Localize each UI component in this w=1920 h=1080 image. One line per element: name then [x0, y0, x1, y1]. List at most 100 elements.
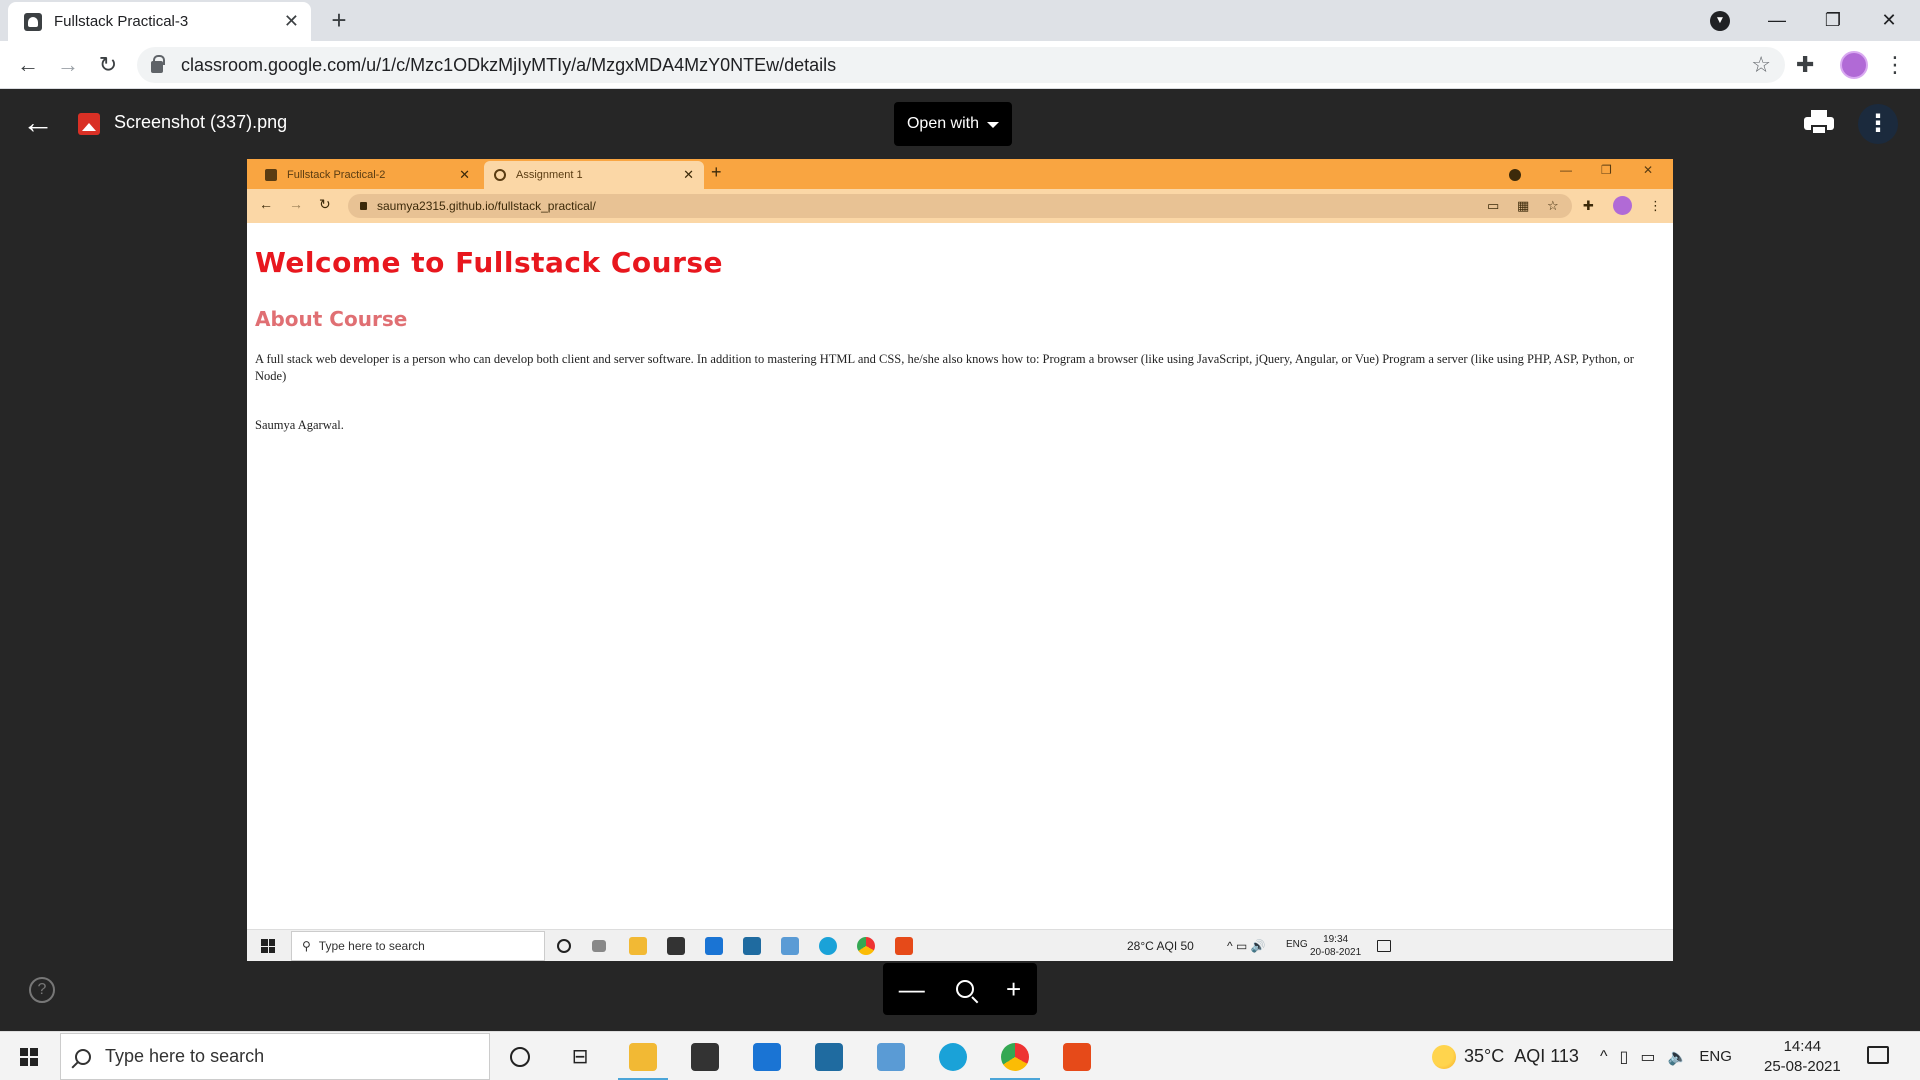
address-bar[interactable]: classroom.google.com/u/1/c/Mzc1ODkzMjIyM…: [137, 47, 1785, 83]
zoom-controls: — +: [883, 963, 1037, 1015]
tab-search-icon[interactable]: ▼: [1710, 11, 1730, 31]
folder-icon: [629, 1042, 657, 1071]
inner-address-url: saumya2315.github.io/fullstack_practical…: [377, 199, 596, 213]
search-placeholder: Type here to search: [105, 1046, 265, 1066]
store-icon: [667, 937, 685, 955]
screenshot-image: Fullstack Practical-2 ✕ Assignment 1 ✕ +…: [247, 159, 1673, 961]
restore-icon: ❐: [1601, 163, 1612, 177]
inner-taskbar: ⚲ Type here to search 28°C AQI 50 ^ ▭ 🔊 …: [247, 929, 1673, 961]
reload-icon[interactable]: ↻: [92, 49, 124, 81]
windows-start-button[interactable]: [20, 1048, 38, 1066]
viewer-more-icon[interactable]: ⋮: [1858, 104, 1898, 144]
store-icon: [691, 1042, 719, 1071]
close-tab-icon: ✕: [683, 167, 694, 182]
chrome-icon: [1001, 1042, 1029, 1071]
close-tab-icon: ✕: [459, 167, 470, 182]
browser-menu-icon[interactable]: ⋮: [1884, 51, 1906, 79]
task-view-icon: ⊟: [571, 1046, 589, 1068]
office-icon: [1063, 1042, 1091, 1071]
app-icon: [781, 937, 799, 955]
chrome-icon: [857, 937, 875, 955]
system-tray: ^ ▯ ▭ 🔈 ENG: [1600, 1032, 1732, 1080]
inner-tab-title: Fullstack Practical-2: [287, 169, 386, 181]
zoom-icon[interactable]: [956, 980, 975, 998]
taskbar-search-box[interactable]: Type here to search: [60, 1033, 490, 1080]
task-view-button[interactable]: ⊟: [555, 1032, 605, 1080]
inner-tab-strip: Fullstack Practical-2 ✕ Assignment 1 ✕ +…: [247, 159, 1673, 189]
weather-sun-icon: [1432, 1044, 1456, 1069]
weather-widget[interactable]: 35°C AQI 113: [1432, 1032, 1579, 1080]
help-icon[interactable]: ?: [29, 977, 55, 1003]
browser-tab-title: Fullstack Practical-3: [54, 13, 189, 30]
minimize-button[interactable]: —: [1754, 4, 1800, 36]
course-description: A full stack web developer is a person w…: [255, 352, 1634, 383]
app-icon: [877, 1042, 905, 1071]
page-heading: Welcome to Fullstack Course: [255, 246, 724, 279]
cortana-icon: [557, 939, 571, 953]
minimize-icon: —: [1560, 163, 1572, 177]
inner-search-box: ⚲ Type here to search: [291, 931, 545, 961]
weather-aqi: AQI 113: [1514, 1046, 1579, 1066]
battery-icon[interactable]: ▭: [1640, 1047, 1655, 1067]
app-button[interactable]: [866, 1032, 916, 1080]
close-window-button[interactable]: ✕: [1866, 4, 1912, 36]
clock-date: 25-08-2021: [1764, 1058, 1841, 1075]
classroom-favicon-icon: [265, 169, 277, 181]
extensions-puzzle-icon[interactable]: ✚: [1796, 52, 1814, 78]
back-icon[interactable]: ←: [12, 49, 44, 81]
bookmark-star-icon[interactable]: ☆: [1751, 52, 1771, 78]
lang-indicator: ENG: [1286, 939, 1308, 950]
close-tab-icon[interactable]: ✕: [284, 11, 299, 32]
search-icon: [75, 1048, 91, 1065]
zoom-in-button[interactable]: +: [1006, 974, 1021, 1005]
tray-chevron-icon[interactable]: ^: [1600, 1048, 1608, 1066]
forward-icon: →: [289, 196, 303, 212]
open-with-label: Open with: [906, 115, 980, 132]
qr-icon: ▦: [1517, 198, 1530, 213]
print-icon[interactable]: [1804, 109, 1834, 135]
forward-icon[interactable]: →: [52, 49, 84, 81]
inner-toolbar: ← → ↻ saumya2315.github.io/fullstack_pra…: [247, 189, 1673, 223]
notification-center-icon[interactable]: [1867, 1046, 1889, 1064]
globe-favicon-icon: [494, 169, 506, 181]
browser-tab-active[interactable]: Fullstack Practical-3 ✕: [8, 2, 311, 41]
search-icon: ⚲: [302, 939, 311, 953]
address-url: classroom.google.com/u/1/c/Mzc1ODkzMjIyM…: [181, 54, 837, 75]
store-button[interactable]: [680, 1032, 730, 1080]
lock-icon: [151, 55, 165, 73]
menu-icon: ⋮: [1649, 198, 1662, 213]
star-icon: ☆: [1547, 198, 1559, 213]
mail-button[interactable]: [742, 1032, 792, 1080]
office-button[interactable]: [1052, 1032, 1102, 1080]
file-explorer-icon: [629, 937, 647, 955]
avatar: [1613, 196, 1632, 215]
profile-avatar[interactable]: [1840, 51, 1868, 79]
zoom-out-button[interactable]: —: [899, 974, 925, 1005]
dell-icon: [815, 1042, 843, 1071]
device-icon[interactable]: ▯: [1620, 1047, 1629, 1067]
restore-button[interactable]: ❐: [1810, 4, 1856, 36]
browser-toolbar: ← → ↻ classroom.google.com/u/1/c/Mzc1ODk…: [0, 41, 1920, 89]
language-indicator[interactable]: ENG: [1699, 1048, 1732, 1065]
system-clock[interactable]: 14:44 25-08-2021: [1764, 1037, 1841, 1077]
edge-button[interactable]: [928, 1032, 978, 1080]
weather-temp: 35°C: [1464, 1046, 1505, 1066]
cortana-button[interactable]: [495, 1032, 545, 1080]
cortana-icon: [510, 1046, 530, 1067]
dell-icon: [743, 937, 761, 955]
new-tab-icon: +: [711, 162, 722, 182]
open-with-button[interactable]: Open with: [894, 102, 1012, 146]
clock-time: 19:34: [1323, 934, 1349, 945]
volume-icon[interactable]: 🔈: [1667, 1047, 1687, 1067]
dell-button[interactable]: [804, 1032, 854, 1080]
clock-time: 14:44: [1783, 1038, 1822, 1055]
chrome-button[interactable]: [990, 1032, 1040, 1080]
viewer-back-icon[interactable]: ←: [22, 104, 54, 141]
weather-temp: 28°C: [1127, 939, 1154, 953]
clock-date: 20-08-2021: [1310, 947, 1362, 958]
back-icon: ←: [259, 196, 273, 212]
image-file-icon: [78, 113, 100, 135]
tab-search-icon: [1509, 169, 1521, 181]
new-tab-button[interactable]: +: [325, 5, 353, 35]
file-explorer-button[interactable]: [618, 1032, 668, 1080]
